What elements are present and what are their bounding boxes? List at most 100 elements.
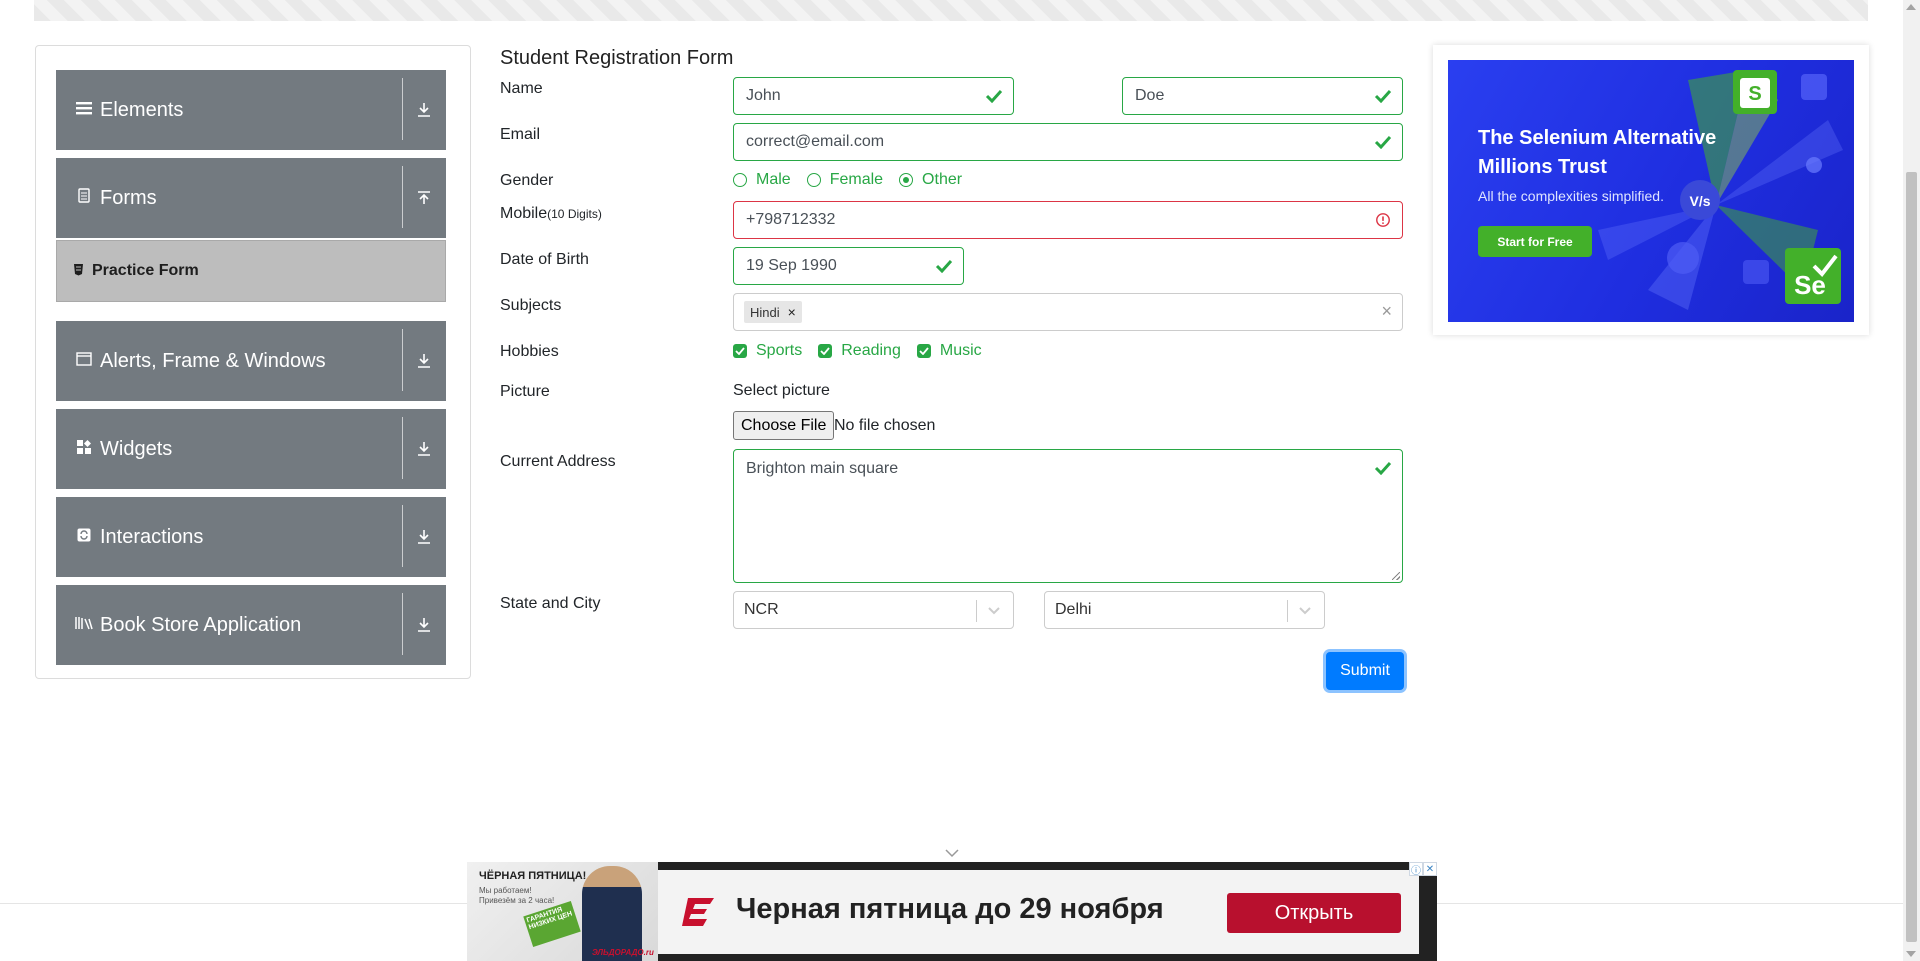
download-icon[interactable] bbox=[402, 321, 446, 401]
ad-subtitle: All the complexities simplified. bbox=[1478, 188, 1664, 204]
city-select[interactable]: Delhi bbox=[1044, 591, 1325, 629]
clear-icon[interactable]: × bbox=[1381, 301, 1392, 322]
checkbox-checked-icon bbox=[733, 344, 747, 358]
hobby-reading-checkbox[interactable]: Reading bbox=[818, 342, 901, 360]
ad-image-brand: ЭЛЬДОРАДО.ru bbox=[592, 948, 654, 957]
ad-image-headline: ЧЁРНАЯ ПЯТНИЦА! bbox=[479, 870, 587, 882]
hobby-label: Sports bbox=[756, 342, 803, 359]
open-button[interactable]: Открыть bbox=[1227, 893, 1401, 933]
ad-headline: Черная пятница до 29 ноября bbox=[736, 893, 1164, 925]
first-name-value: John bbox=[746, 87, 781, 104]
page-title: Student Registration Form bbox=[500, 47, 734, 69]
email-value: correct@email.com bbox=[746, 133, 885, 150]
subjects-input[interactable]: Hindi × × bbox=[733, 293, 1403, 331]
dob-input[interactable]: 19 Sep 1990 bbox=[733, 247, 964, 285]
chevron-down-icon[interactable] bbox=[944, 848, 960, 858]
hobbies-checkbox-group: Sports Reading Music bbox=[733, 342, 998, 360]
ad-banner[interactable]: S V/s Se The Selenium Alternative Millio… bbox=[1448, 60, 1854, 322]
picture-label: Picture bbox=[500, 383, 550, 400]
address-label: Current Address bbox=[500, 453, 616, 470]
name-label: Name bbox=[500, 80, 543, 97]
sidebar-item-practice-form[interactable]: Practice Form bbox=[56, 240, 446, 302]
ad-person-image bbox=[582, 866, 642, 961]
scroll-thumb[interactable] bbox=[1906, 172, 1917, 942]
sidebar-group-widgets[interactable]: Widgets bbox=[56, 409, 446, 489]
ad-body: Черная пятница до 29 ноября Открыть bbox=[658, 870, 1419, 954]
hobby-label: Music bbox=[939, 342, 982, 359]
dob-value: 19 Sep 1990 bbox=[746, 257, 837, 274]
check-icon bbox=[1374, 135, 1392, 149]
sidebar-group-elements[interactable]: Elements bbox=[56, 70, 446, 150]
gender-option-label: Male bbox=[756, 171, 791, 188]
check-icon bbox=[985, 89, 1003, 103]
sidebar-group-label: Forms bbox=[100, 186, 157, 209]
mobile-label: Mobile(10 Digits) bbox=[500, 205, 602, 222]
gender-option-label: Other bbox=[922, 171, 963, 188]
picture-hint: Select picture bbox=[733, 382, 830, 399]
top-banner-pattern bbox=[34, 0, 1868, 21]
gender-option-label: Female bbox=[829, 171, 884, 188]
download-icon[interactable] bbox=[402, 497, 446, 577]
ad-image-badge: ГАРАНТИЯ НИЗКИХ ЦЕН bbox=[523, 901, 581, 947]
info-icon[interactable]: ⓘ bbox=[1409, 862, 1423, 877]
chevron-down-icon bbox=[988, 607, 1000, 615]
sidebar-group-label: Interactions bbox=[100, 525, 204, 548]
download-icon[interactable] bbox=[402, 585, 446, 665]
download-icon[interactable] bbox=[402, 409, 446, 489]
ad-image: ЧЁРНАЯ ПЯТНИЦА! Мы работаем! Привезём за… bbox=[467, 862, 658, 961]
city-value: Delhi bbox=[1055, 601, 1092, 618]
address-textarea[interactable]: Brighton main square bbox=[733, 449, 1403, 583]
hobby-music-checkbox[interactable]: Music bbox=[916, 342, 982, 360]
checkbox-checked-icon bbox=[818, 344, 833, 358]
close-icon[interactable]: ✕ bbox=[1423, 862, 1437, 876]
email-label: Email bbox=[500, 126, 541, 143]
dob-label: Date of Birth bbox=[500, 251, 589, 268]
sidebar-group-label: Alerts, Frame & Windows bbox=[100, 349, 326, 372]
subjects-label: Subjects bbox=[500, 297, 562, 314]
chevron-down-icon bbox=[1299, 607, 1311, 615]
sidebar-group-label: Elements bbox=[100, 98, 184, 121]
document-icon bbox=[74, 188, 94, 208]
check-icon bbox=[1374, 461, 1392, 475]
scrollbar[interactable] bbox=[1903, 0, 1920, 961]
sidebar-group-alerts[interactable]: Alerts, Frame & Windows bbox=[56, 321, 446, 401]
state-select[interactable]: NCR bbox=[733, 591, 1014, 629]
form-icon bbox=[73, 263, 84, 279]
start-for-free-button[interactable]: Start for Free bbox=[1478, 226, 1592, 257]
subject-chip-label: Hindi bbox=[750, 304, 780, 320]
bottom-advertisement[interactable]: ЧЁРНАЯ ПЯТНИЦА! Мы работаем! Привезём за… bbox=[467, 862, 1437, 961]
gender-label: Gender bbox=[500, 172, 554, 189]
window-icon bbox=[74, 351, 94, 371]
sidebar-group-interactions[interactable]: Interactions bbox=[56, 497, 446, 577]
upload-icon[interactable] bbox=[402, 158, 446, 238]
ad-choices: ⓘ ✕ bbox=[1409, 862, 1437, 877]
gender-female-radio[interactable]: Female bbox=[806, 171, 884, 189]
vs-badge-text: V/s bbox=[1689, 193, 1710, 209]
choose-file-button[interactable]: Choose File bbox=[733, 411, 835, 440]
right-advertisement: S V/s Se The Selenium Alternative Millio… bbox=[1433, 45, 1869, 335]
sidebar-item-label: Practice Form bbox=[92, 262, 199, 279]
resize-handle[interactable] bbox=[1392, 572, 1400, 580]
gender-other-radio[interactable]: Other bbox=[899, 171, 962, 189]
sidebar-group-book-store[interactable]: Book Store Application bbox=[56, 585, 446, 665]
scroll-up-icon[interactable] bbox=[1906, 4, 1916, 10]
ad-title: The Selenium Alternative Millions Trust bbox=[1478, 127, 1717, 178]
sidebar-group-forms[interactable]: Forms bbox=[56, 158, 446, 238]
error-icon bbox=[1376, 213, 1390, 227]
widgets-icon bbox=[74, 439, 94, 459]
email-input[interactable]: correct@email.com bbox=[733, 123, 1403, 161]
scroll-down-icon[interactable] bbox=[1906, 951, 1916, 957]
subject-chip: Hindi × bbox=[744, 301, 802, 323]
last-name-input[interactable]: Doe bbox=[1122, 77, 1403, 115]
download-icon[interactable] bbox=[402, 70, 446, 150]
sidebar-group-label: Book Store Application bbox=[100, 613, 302, 636]
hobby-sports-checkbox[interactable]: Sports bbox=[733, 342, 802, 360]
gender-male-radio[interactable]: Male bbox=[733, 171, 791, 189]
remove-icon[interactable]: × bbox=[788, 304, 796, 320]
mobile-value: +798712332 bbox=[746, 211, 836, 228]
first-name-input[interactable]: John bbox=[733, 77, 1014, 115]
menu-icon bbox=[74, 101, 94, 120]
gender-radio-group: Male Female Other bbox=[733, 171, 978, 189]
mobile-input[interactable]: +798712332 bbox=[733, 201, 1403, 239]
submit-button[interactable]: Submit bbox=[1326, 652, 1404, 690]
